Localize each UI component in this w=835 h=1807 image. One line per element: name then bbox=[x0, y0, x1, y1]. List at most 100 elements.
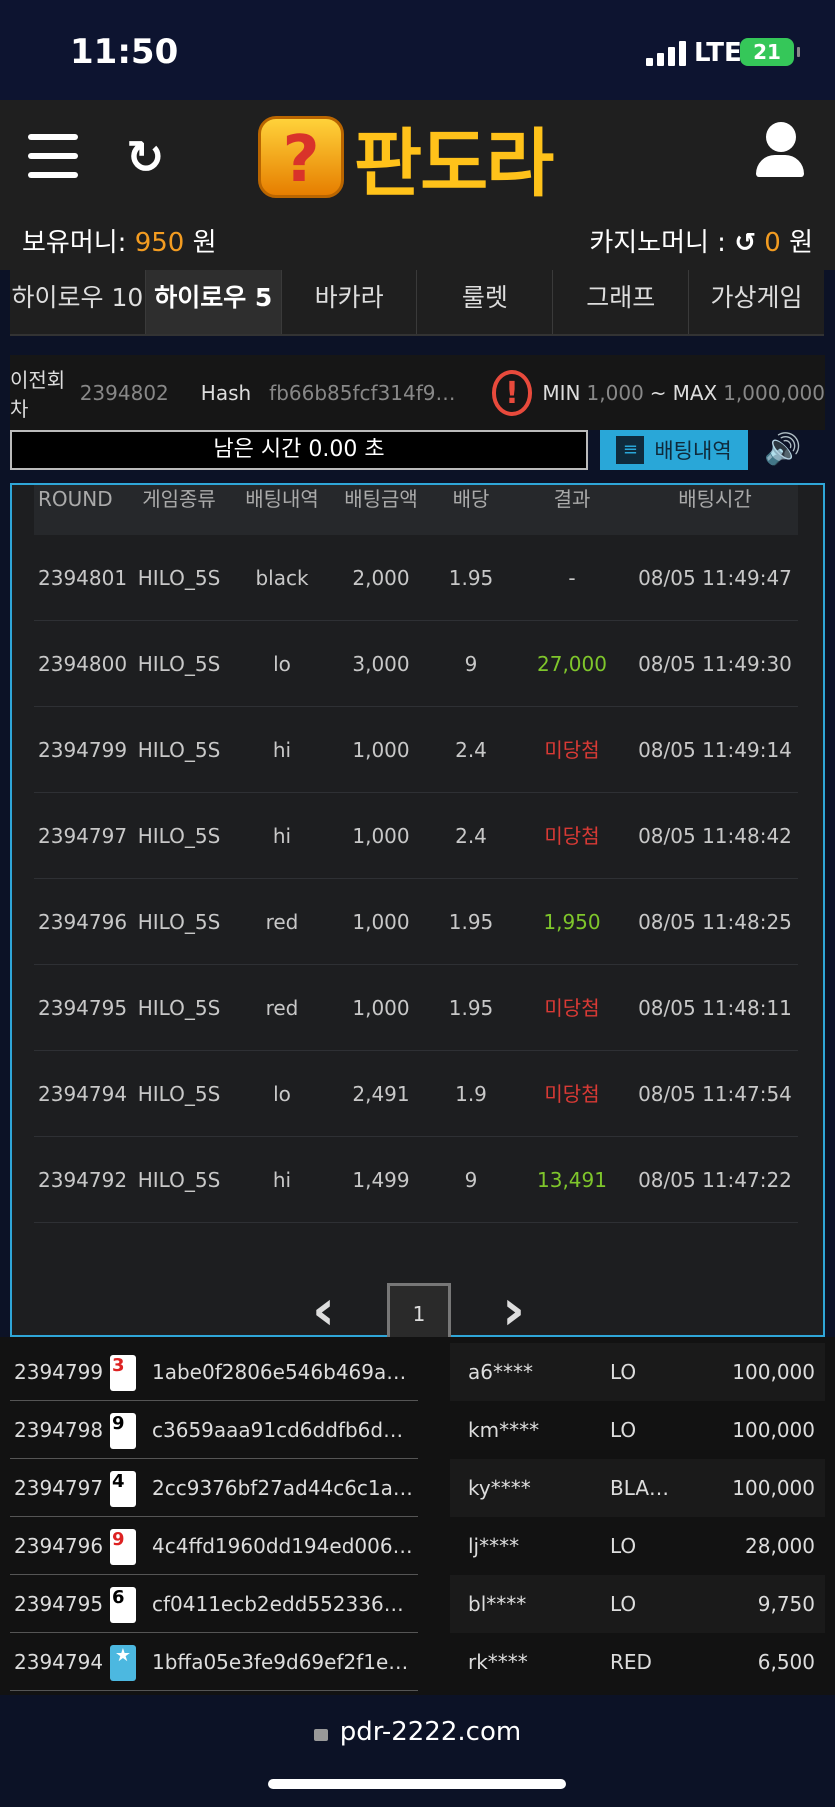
table-row: 2394792 HILO_5S hi 1,499 9 13,491 08/05 … bbox=[34, 1137, 798, 1223]
app-header: ↻ ? 판도라 보유머니: 950 원 카지노머니 : ↺ 0 원 bbox=[0, 100, 835, 270]
header-round: ROUND bbox=[38, 487, 113, 511]
list-item: 2394794 ★ 1bffa05e3fe9d69ef2f1ed… rk****… bbox=[10, 1633, 825, 1691]
logo-question-icon: ? bbox=[258, 116, 344, 198]
tab-hilo-5[interactable]: 하이로우 5 bbox=[145, 270, 282, 334]
url[interactable]: pdr-2222.com bbox=[0, 1717, 835, 1747]
row-round: 2394796 bbox=[38, 910, 128, 934]
row-odds: 1.95 bbox=[448, 996, 494, 1020]
status-bar: 11:50 LTE 21 bbox=[0, 0, 835, 100]
list-item: 2394798 9 c3659aaa91cd6ddfb6d29… km**** … bbox=[10, 1401, 825, 1459]
status-time: 11:50 bbox=[70, 32, 179, 72]
row-round: 2394792 bbox=[38, 1168, 128, 1192]
url-text: pdr-2222.com bbox=[339, 1717, 522, 1747]
tab-hilo-10[interactable]: 하이로우 10 bbox=[10, 270, 146, 334]
result-pick: LO bbox=[610, 1592, 637, 1616]
casino-value: 0 bbox=[764, 228, 781, 258]
header-result: 결과 bbox=[553, 487, 591, 511]
result-hash: 2cc9376bf27ad44c6c1af… bbox=[152, 1476, 414, 1500]
menu-icon[interactable] bbox=[28, 134, 78, 178]
user-icon[interactable] bbox=[756, 122, 806, 178]
result-user: km**** bbox=[468, 1418, 540, 1442]
row-result: 미당첨 bbox=[544, 738, 600, 762]
min-value: 1,000 bbox=[586, 380, 644, 405]
row-odds: 1.95 bbox=[448, 566, 494, 590]
list-item: 2394797 4 2cc9376bf27ad44c6c1af… ky**** … bbox=[10, 1459, 825, 1517]
casino-label: 카지노머니 : bbox=[589, 228, 726, 258]
bet-history-button[interactable]: ≡ 배팅내역 bbox=[600, 430, 748, 470]
tab-virtual-game[interactable]: 가상게임 bbox=[689, 270, 824, 334]
result-amount: 100,000 bbox=[732, 1360, 815, 1384]
row-round: 2394795 bbox=[38, 996, 128, 1020]
row-result: 미당첨 bbox=[544, 824, 600, 848]
result-round: 2394795 bbox=[14, 1592, 104, 1616]
battery-level: 21 bbox=[753, 40, 781, 64]
results-list: 2394799 3 1abe0f2806e546b469a2c… a6**** … bbox=[0, 1337, 835, 1695]
table-row: 2394795 HILO_5S red 1,000 1.95 미당첨 08/05… bbox=[34, 965, 798, 1051]
game-tabs: 하이로우 10 하이로우 5 바카라 룰렛 그래프 가상게임 bbox=[10, 270, 824, 336]
row-game: HILO_5S bbox=[137, 652, 221, 676]
list-item: 2394796 9 4c4ffd1960dd194ed0066… lj**** … bbox=[10, 1517, 825, 1575]
row-amount: 2,000 bbox=[352, 566, 410, 590]
row-result: 13,491 bbox=[537, 1168, 607, 1192]
browser-url-bar: pdr-2222.com bbox=[0, 1695, 835, 1807]
row-game: HILO_5S bbox=[137, 1082, 221, 1106]
result-amount: 28,000 bbox=[745, 1534, 815, 1558]
row-round: 2394797 bbox=[38, 824, 128, 848]
casino-unit: 원 bbox=[789, 228, 813, 258]
hash-value: fb66b85fcf314f9… bbox=[269, 380, 456, 405]
result-pick: BLA… bbox=[610, 1476, 670, 1500]
tab-graph[interactable]: 그래프 bbox=[553, 270, 690, 334]
alert-icon[interactable]: ! bbox=[491, 369, 533, 416]
balance-unit: 원 bbox=[192, 228, 217, 258]
table-row: 2394797 HILO_5S hi 1,000 2.4 미당첨 08/05 1… bbox=[34, 793, 798, 879]
balance: 보유머니: 950 원 bbox=[22, 222, 217, 259]
result-pick: LO bbox=[610, 1418, 637, 1442]
prev-round-label: 이전회차 bbox=[10, 367, 66, 421]
tab-baccarat[interactable]: 바카라 bbox=[282, 270, 418, 334]
refresh-icon[interactable]: ↻ bbox=[126, 130, 165, 184]
result-amount: 100,000 bbox=[732, 1476, 815, 1500]
row-pick: hi bbox=[272, 824, 292, 848]
header-odds: 배당 bbox=[452, 487, 490, 511]
row-game: HILO_5S bbox=[137, 738, 221, 762]
tab-roulette[interactable]: 룰렛 bbox=[417, 270, 554, 334]
row-pick: red bbox=[265, 910, 299, 934]
row-game: HILO_5S bbox=[137, 824, 221, 848]
round-info: 이전회차 2394802 Hash fb66b85fcf314f9… ! MIN… bbox=[10, 355, 825, 430]
next-page-icon[interactable]: › bbox=[502, 1283, 525, 1339]
row-odds: 1.95 bbox=[448, 910, 494, 934]
logo[interactable]: ? 판도라 bbox=[258, 112, 554, 207]
result-round: 2394799 bbox=[14, 1360, 104, 1384]
row-game: HILO_5S bbox=[137, 1168, 221, 1192]
speaker-icon[interactable]: 🔊 bbox=[764, 432, 801, 467]
result-user: ky**** bbox=[468, 1476, 531, 1500]
result-amount: 9,750 bbox=[757, 1592, 815, 1616]
list-item: 2394799 3 1abe0f2806e546b469a2c… a6**** … bbox=[10, 1343, 825, 1401]
logo-text: 판도라 bbox=[354, 120, 554, 207]
casino-refresh-icon[interactable]: ↺ bbox=[734, 228, 756, 258]
row-round: 2394794 bbox=[38, 1082, 128, 1106]
row-time: 08/05 11:49:30 bbox=[638, 652, 792, 676]
row-time: 08/05 11:47:22 bbox=[638, 1168, 792, 1192]
row-pick: lo bbox=[273, 652, 291, 676]
row-amount: 1,000 bbox=[352, 996, 410, 1020]
result-user: a6**** bbox=[468, 1360, 533, 1384]
row-round: 2394800 bbox=[38, 652, 128, 676]
result-round: 2394794 bbox=[14, 1650, 104, 1674]
history-header: ROUND 게임종류 배팅내역 배팅금액 배당 결과 배팅시간 bbox=[34, 485, 798, 535]
table-row: 2394794 HILO_5S lo 2,491 1.9 미당첨 08/05 1… bbox=[34, 1051, 798, 1137]
prev-page-icon[interactable]: ‹ bbox=[312, 1283, 335, 1339]
row-odds: 2.4 bbox=[455, 738, 487, 762]
row-amount: 2,491 bbox=[352, 1082, 410, 1106]
result-round: 2394798 bbox=[14, 1418, 104, 1442]
row-pick: lo bbox=[273, 1082, 291, 1106]
page-number[interactable]: 1 bbox=[387, 1283, 451, 1339]
result-pick: LO bbox=[610, 1360, 637, 1384]
balance-value: 950 bbox=[134, 228, 185, 258]
card-icon: 3 bbox=[110, 1355, 136, 1391]
home-indicator[interactable] bbox=[268, 1779, 566, 1789]
row-time: 08/05 11:48:42 bbox=[638, 824, 792, 848]
max-value: 1,000,000 bbox=[723, 380, 825, 405]
header-pick: 배팅내역 bbox=[245, 487, 319, 511]
row-amount: 3,000 bbox=[352, 652, 410, 676]
